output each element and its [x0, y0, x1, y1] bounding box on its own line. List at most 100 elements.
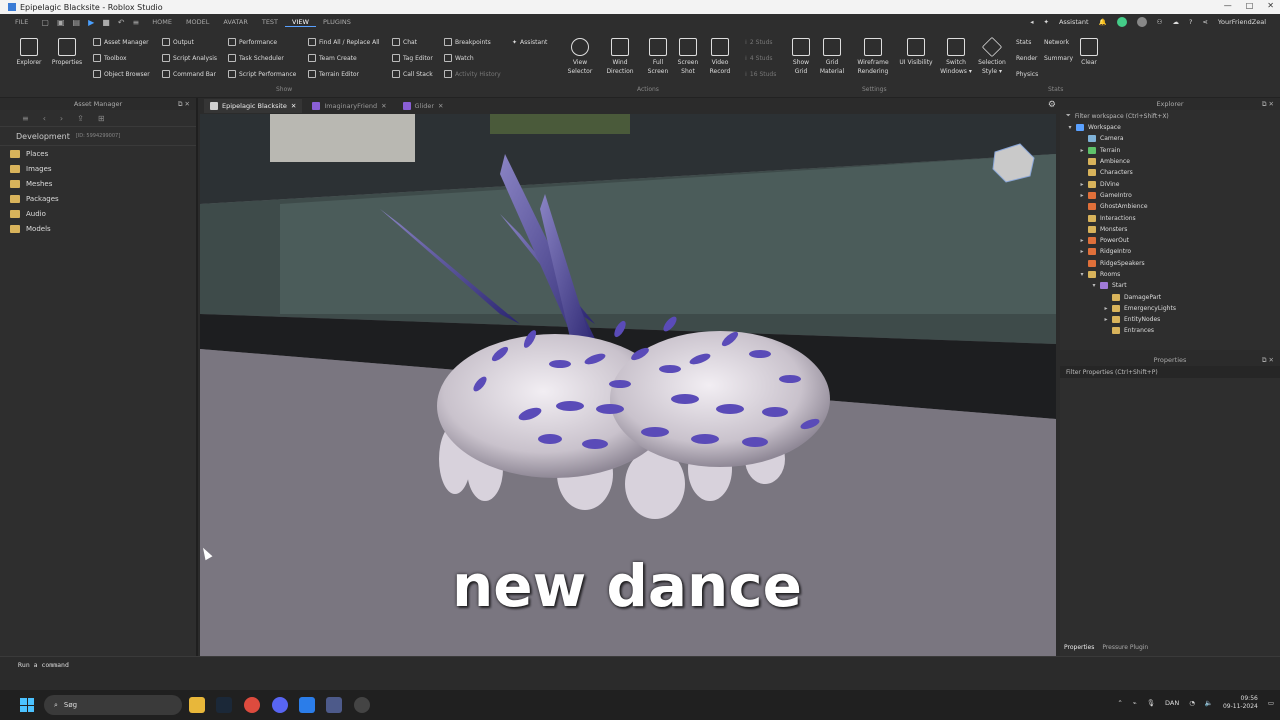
- expand-arrow-icon[interactable]: ▾: [1090, 282, 1098, 289]
- screenshot-button[interactable]: Screen Shot: [673, 38, 703, 76]
- explorer-tree-item[interactable]: Interactions: [1060, 212, 1280, 223]
- render-button[interactable]: Render: [1016, 52, 1037, 64]
- tab-pressure-plugin[interactable]: Pressure Plugin: [1102, 644, 1148, 656]
- clear-button[interactable]: Clear: [1074, 38, 1104, 67]
- explorer-tree-item[interactable]: ▾ Rooms: [1060, 269, 1280, 280]
- performance-button[interactable]: Performance: [228, 36, 277, 48]
- menu-test[interactable]: TEST: [255, 18, 285, 26]
- expand-arrow-icon[interactable]: ▾: [1078, 271, 1086, 278]
- microphone-icon[interactable]: 🎙: [1147, 699, 1155, 707]
- close-tab-icon[interactable]: ✕: [381, 102, 386, 110]
- windows-start-icon[interactable]: [20, 698, 34, 712]
- clock[interactable]: 09:56 09-11-2024: [1223, 695, 1258, 711]
- chrome-icon[interactable]: [244, 697, 260, 713]
- command-bar[interactable]: Run a command: [0, 656, 1280, 690]
- expand-arrow-icon[interactable]: ▸: [1102, 305, 1110, 312]
- physics-button[interactable]: Physics: [1016, 68, 1038, 80]
- explorer-tree-item[interactable]: Entrances: [1060, 325, 1280, 336]
- back-icon[interactable]: ‹: [43, 114, 46, 123]
- obs-icon[interactable]: [354, 697, 370, 713]
- development-section[interactable]: Development [ID: 5994299007]: [0, 126, 196, 146]
- explorer-tree-item[interactable]: Ambience: [1060, 156, 1280, 167]
- upload-icon[interactable]: ⇪: [77, 114, 84, 123]
- asset-manager-button[interactable]: Asset Manager: [93, 36, 149, 48]
- menu-model[interactable]: MODEL: [179, 18, 216, 26]
- explorer-filter-input[interactable]: ⏷ Filter workspace (Ctrl+Shift+X): [1060, 110, 1280, 122]
- dropdown-icon[interactable]: ≡: [133, 18, 140, 27]
- grid-2-studs-option[interactable]: ⁞ 2 Studs: [745, 36, 773, 48]
- output-button[interactable]: Output: [162, 36, 194, 48]
- command-input[interactable]: Run a command: [18, 661, 69, 669]
- script-analysis-button[interactable]: Script Analysis: [162, 52, 217, 64]
- summary-button[interactable]: Summary: [1044, 52, 1073, 64]
- open-file-icon[interactable]: ▣: [57, 18, 65, 27]
- discord-icon[interactable]: [272, 697, 288, 713]
- expand-arrow-icon[interactable]: ▸: [1078, 237, 1086, 244]
- view-selector-button[interactable]: View Selector: [565, 38, 595, 76]
- tab-epipelagic-blacksite[interactable]: Epipelagic Blacksite ✕: [204, 99, 303, 113]
- asset-item-packages[interactable]: Packages: [0, 191, 196, 206]
- stats-button[interactable]: Stats: [1016, 36, 1031, 48]
- expand-arrow-icon[interactable]: ▸: [1102, 316, 1110, 323]
- selection-style-button[interactable]: Selection Style ▾: [975, 36, 1009, 76]
- explorer-tree-item[interactable]: ▸ EntityNodes: [1060, 314, 1280, 325]
- explorer-tree-item[interactable]: Camera: [1060, 133, 1280, 144]
- explorer-tree-item[interactable]: DamagePart: [1060, 291, 1280, 302]
- watch-button[interactable]: Watch: [444, 52, 474, 64]
- tag-editor-button[interactable]: Tag Editor: [392, 52, 433, 64]
- switch-windows-button[interactable]: Switch Windows ▾: [938, 38, 974, 76]
- explorer-tree-item[interactable]: ▸ EmergencyLights: [1060, 303, 1280, 314]
- asset-item-places[interactable]: Places: [0, 146, 196, 161]
- chevron-up-icon[interactable]: ⌃: [1117, 699, 1122, 707]
- file-explorer-icon[interactable]: [189, 697, 205, 713]
- new-file-icon[interactable]: ▢: [41, 18, 49, 27]
- user-name[interactable]: YourFriendZeal: [1218, 18, 1266, 26]
- cloud-icon[interactable]: ☁: [1172, 18, 1179, 26]
- ui-visibility-button[interactable]: UI Visibility: [896, 38, 936, 67]
- expand-arrow-icon[interactable]: ▸: [1078, 181, 1086, 188]
- app-icon[interactable]: [326, 697, 342, 713]
- close-icon[interactable]: ⧉ ✕: [1262, 356, 1274, 365]
- asset-item-meshes[interactable]: Meshes: [0, 176, 196, 191]
- grid-16-studs-option[interactable]: ⁞ 16 Studs: [745, 68, 776, 80]
- assistant-button[interactable]: Assistant: [1059, 18, 1089, 26]
- tab-imaginaryfriend[interactable]: ImaginaryFriend ✕: [306, 99, 392, 113]
- steam-icon[interactable]: [216, 697, 232, 713]
- close-icon[interactable]: ⧉ ✕: [1262, 100, 1274, 109]
- undo-icon[interactable]: ↶: [118, 18, 125, 27]
- command-bar-button[interactable]: Command Bar: [162, 68, 216, 80]
- roblox-studio-icon[interactable]: [299, 697, 315, 713]
- share-icon[interactable]: ◂: [1030, 18, 1033, 26]
- expand-arrow-icon[interactable]: ▸: [1078, 147, 1086, 154]
- notifications-icon[interactable]: ▭: [1268, 699, 1274, 707]
- explorer-tree-item[interactable]: ▸ RidgeIntro: [1060, 246, 1280, 257]
- close-tab-icon[interactable]: ✕: [438, 102, 443, 110]
- close-icon[interactable]: ⧉ ✕: [178, 100, 190, 109]
- notification-icon[interactable]: 🔔: [1099, 18, 1107, 26]
- explorer-tree-item[interactable]: Characters: [1060, 167, 1280, 178]
- grid-material-button[interactable]: Grid Material: [817, 38, 847, 76]
- wireframe-rendering-button[interactable]: Wireframe Rendering: [853, 38, 893, 76]
- explorer-tree-item[interactable]: Monsters: [1060, 224, 1280, 235]
- stop-icon[interactable]: ■: [102, 18, 110, 27]
- explorer-tree-item[interactable]: ▸ GameIntro: [1060, 190, 1280, 201]
- terrain-editor-button[interactable]: Terrain Editor: [308, 68, 359, 80]
- explorer-tree-item[interactable]: RidgeSpeakers: [1060, 258, 1280, 269]
- collaborator-avatar-2[interactable]: [1136, 17, 1147, 27]
- close-button[interactable]: ✕: [1267, 1, 1274, 10]
- tab-properties[interactable]: Properties: [1064, 644, 1094, 656]
- save-icon[interactable]: ▤: [73, 18, 81, 27]
- menu-home[interactable]: HOME: [145, 18, 179, 26]
- collaborator-avatar[interactable]: [1116, 17, 1127, 27]
- close-tab-icon[interactable]: ✕: [291, 102, 296, 110]
- people-icon[interactable]: ⚇: [1157, 18, 1163, 26]
- grid-4-studs-option[interactable]: ⁞ 4 Studs: [745, 52, 773, 64]
- asset-item-audio[interactable]: Audio: [0, 206, 196, 221]
- explorer-tree-item[interactable]: ▾ Workspace: [1060, 122, 1280, 133]
- network-button[interactable]: Network: [1044, 36, 1069, 48]
- grid-view-icon[interactable]: ⊞: [98, 114, 105, 123]
- explorer-tree-item[interactable]: GhostAmbience: [1060, 201, 1280, 212]
- asset-item-images[interactable]: Images: [0, 161, 196, 176]
- expand-arrow-icon[interactable]: ▾: [1066, 124, 1074, 131]
- full-screen-button[interactable]: Full Screen: [643, 38, 673, 76]
